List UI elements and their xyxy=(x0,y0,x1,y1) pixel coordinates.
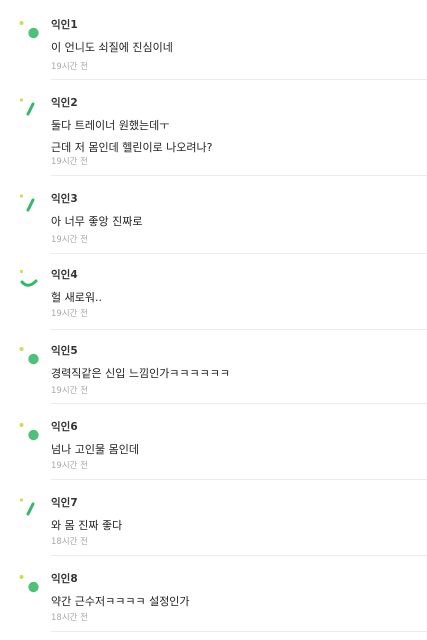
comment-body: 약간 근수저ㅋㅋㅋㅋ 설정인가 xyxy=(51,591,190,613)
comment-item: 익인4 헐 새로워.. 19시간 전 xyxy=(0,268,427,330)
dot-avatar-icon[interactable] xyxy=(18,18,40,40)
comment-body: 둘다 트레이너 원했는데ㅜ 근데 저 몸인데 헬린이로 나오려나? xyxy=(51,115,213,159)
comment-text: 아 너무 좋앙 진짜로 xyxy=(51,215,143,228)
comment-body: 와 몸 진짜 좋다 xyxy=(51,515,122,537)
comment-time: 19시간 전 xyxy=(51,235,88,245)
comment-text: 넘나 고인물 몸인데 xyxy=(51,443,139,456)
comment-body: 이 언니도 쇠질에 진심이네 xyxy=(51,37,173,59)
comment-item: 익인5 경력직같은 신입 느낌인가ㅋㅋㅋㅋㅋㅋ 19시간 전 xyxy=(0,344,427,404)
comment-item: 익인1 이 언니도 쇠질에 진심이네 19시간 전 xyxy=(0,18,427,80)
divider xyxy=(51,175,427,176)
slash-avatar-icon[interactable] xyxy=(18,496,40,518)
comment-author[interactable]: 익인8 xyxy=(51,572,78,586)
divider xyxy=(51,403,427,404)
dot-avatar-icon[interactable] xyxy=(18,344,40,366)
comment-item: 익인6 넘나 고인물 몸인데 19시간 전 xyxy=(0,420,427,480)
comment-text: 경력직같은 신입 느낌인가ㅋㅋㅋㅋㅋㅋ xyxy=(51,367,231,380)
comment-time: 19시간 전 xyxy=(51,157,88,167)
comment-author[interactable]: 익인7 xyxy=(51,496,78,510)
comment-author[interactable]: 익인5 xyxy=(51,344,78,358)
comment-item: 익인3 아 너무 좋앙 진짜로 19시간 전 xyxy=(0,192,427,254)
divider xyxy=(51,631,427,632)
comment-text: 이 언니도 쇠질에 진심이네 xyxy=(51,41,173,54)
divider xyxy=(51,79,427,80)
comment-body: 넘나 고인물 몸인데 xyxy=(51,439,139,461)
divider xyxy=(51,329,427,330)
comment-text: 헐 새로워.. xyxy=(51,291,102,304)
comment-item: 익인7 와 몸 진짜 좋다 18시간 전 xyxy=(0,496,427,556)
comment-time: 18시간 전 xyxy=(51,537,88,547)
comment-time: 19시간 전 xyxy=(51,62,88,72)
comment-text: 둘다 트레이너 원했는데ㅜ xyxy=(51,119,170,132)
comment-body: 아 너무 좋앙 진짜로 xyxy=(51,211,142,233)
comment-time: 18시간 전 xyxy=(51,613,88,623)
comment-time: 19시간 전 xyxy=(51,309,88,319)
comment-body: 경력직같은 신입 느낌인가ㅋㅋㅋㅋㅋㅋ xyxy=(51,363,230,385)
divider xyxy=(51,253,427,254)
comment-author[interactable]: 익인1 xyxy=(51,18,78,32)
comment-list: 익인1 이 언니도 쇠질에 진심이네 19시간 전 익인2 둘다 트레이너 원했… xyxy=(0,0,427,640)
dot-avatar-icon[interactable] xyxy=(18,420,40,442)
comment-item: 익인2 둘다 트레이너 원했는데ㅜ 근데 저 몸인데 헬린이로 나오려나? 19… xyxy=(0,96,427,176)
arc-avatar-icon[interactable] xyxy=(18,268,40,290)
comment-item: 익인8 약간 근수저ㅋㅋㅋㅋ 설정인가 18시간 전 xyxy=(0,572,427,632)
comment-author[interactable]: 익인2 xyxy=(51,96,78,110)
divider xyxy=(51,555,427,556)
comment-text: 약간 근수저ㅋㅋㅋㅋ 설정인가 xyxy=(51,595,190,608)
comment-author[interactable]: 익인4 xyxy=(51,268,78,282)
comment-author[interactable]: 익인6 xyxy=(51,420,78,434)
comment-author[interactable]: 익인3 xyxy=(51,192,78,206)
comment-body: 헐 새로워.. xyxy=(51,287,102,309)
slash-avatar-icon[interactable] xyxy=(18,192,40,214)
comment-time: 19시간 전 xyxy=(51,386,88,396)
comment-text: 와 몸 진짜 좋다 xyxy=(51,519,123,532)
dot-avatar-icon[interactable] xyxy=(18,572,40,594)
comment-time: 19시간 전 xyxy=(51,461,88,471)
divider xyxy=(51,479,427,480)
slash-avatar-icon[interactable] xyxy=(18,96,40,118)
